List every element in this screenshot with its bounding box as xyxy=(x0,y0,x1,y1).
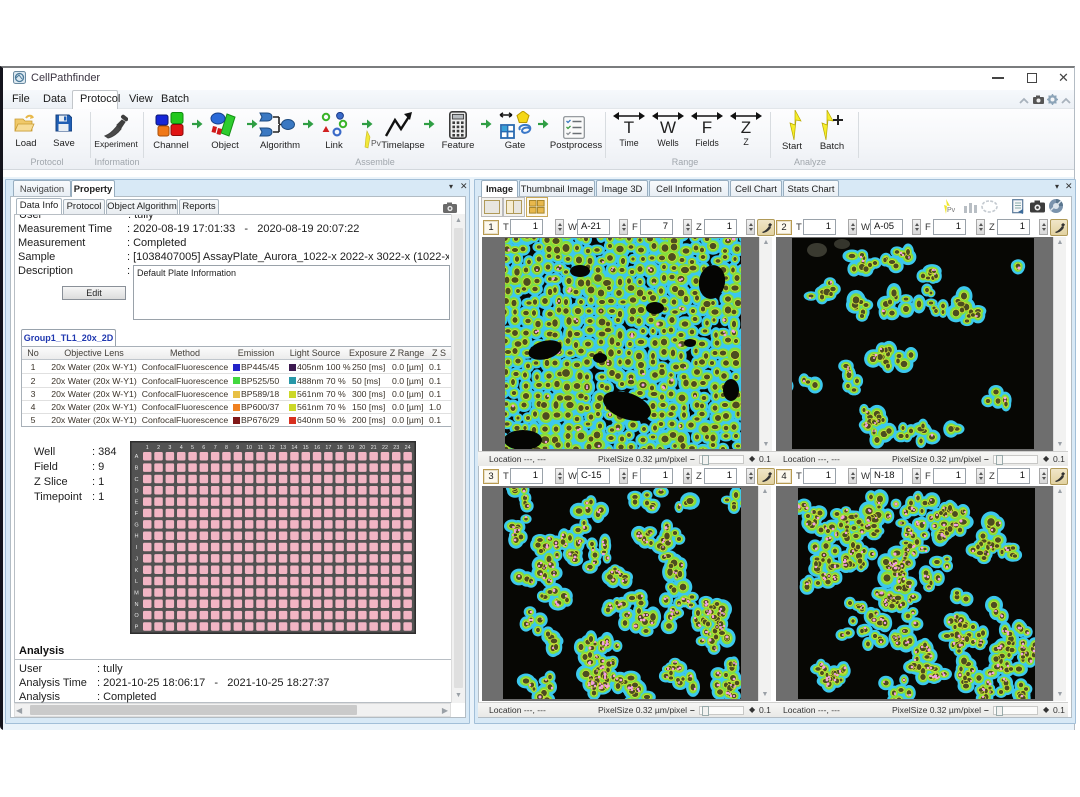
svg-text:12: 12 xyxy=(269,445,275,451)
svg-text:23: 23 xyxy=(393,445,399,451)
svg-text:21: 21 xyxy=(371,445,377,451)
svg-text:20: 20 xyxy=(359,445,365,451)
svg-text:E: E xyxy=(135,500,139,506)
svg-text:M: M xyxy=(134,590,139,596)
svg-text:A: A xyxy=(135,454,139,460)
svg-text:6: 6 xyxy=(202,445,205,451)
svg-text:3: 3 xyxy=(168,445,171,451)
svg-text:1: 1 xyxy=(146,445,149,451)
svg-text:16: 16 xyxy=(314,445,320,451)
svg-text:2: 2 xyxy=(157,445,160,451)
svg-text:4: 4 xyxy=(180,445,183,451)
svg-text:P: P xyxy=(135,625,139,631)
svg-text:O: O xyxy=(134,613,139,619)
svg-text:C: C xyxy=(134,477,138,483)
svg-text:19: 19 xyxy=(348,445,354,451)
svg-text:N: N xyxy=(134,602,138,608)
svg-text:9: 9 xyxy=(236,445,239,451)
svg-text:G: G xyxy=(134,522,138,528)
svg-text:15: 15 xyxy=(303,445,309,451)
svg-text:7: 7 xyxy=(214,445,217,451)
svg-text:D: D xyxy=(134,488,138,494)
svg-text:10: 10 xyxy=(246,445,252,451)
svg-text:F: F xyxy=(135,511,139,517)
svg-text:22: 22 xyxy=(382,445,388,451)
svg-text:Pv: Pv xyxy=(947,207,955,214)
svg-text:24: 24 xyxy=(405,445,411,451)
svg-text:B: B xyxy=(135,466,139,472)
svg-text:8: 8 xyxy=(225,445,228,451)
svg-text:18: 18 xyxy=(337,445,343,451)
svg-text:L: L xyxy=(135,579,138,585)
svg-text:17: 17 xyxy=(325,445,331,451)
svg-text:5: 5 xyxy=(191,445,194,451)
svg-text:H: H xyxy=(134,534,138,540)
svg-text:K: K xyxy=(135,568,139,574)
svg-text:14: 14 xyxy=(291,445,297,451)
svg-text:11: 11 xyxy=(258,445,264,451)
svg-text:J: J xyxy=(135,556,138,562)
svg-text:13: 13 xyxy=(280,445,286,451)
